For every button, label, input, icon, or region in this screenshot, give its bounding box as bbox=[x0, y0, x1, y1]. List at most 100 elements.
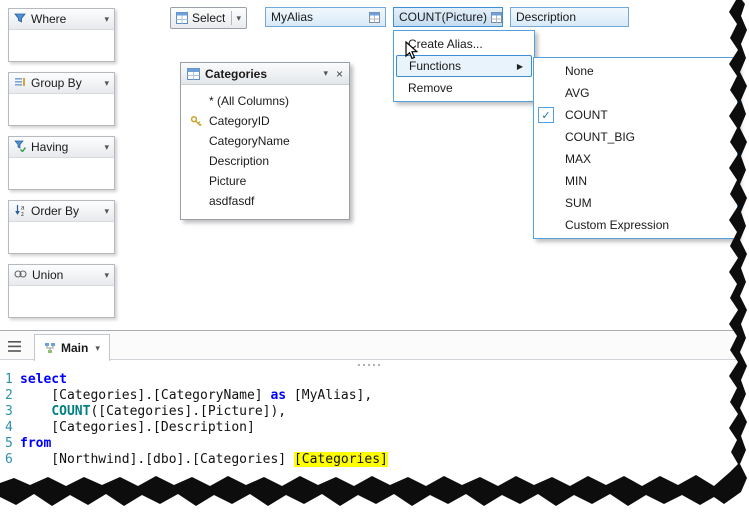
field-row-all-columns[interactable]: * (All Columns) bbox=[181, 91, 349, 111]
submenu-item-count[interactable]: ✓ COUNT bbox=[534, 104, 737, 126]
chevron-down-icon[interactable]: ▾ bbox=[104, 206, 109, 216]
field-row-description[interactable]: Description bbox=[181, 151, 349, 171]
select-field-chip-count-picture[interactable]: COUNT(Picture) bbox=[393, 7, 503, 27]
panel-having: Having ▾ bbox=[8, 136, 115, 190]
menu-icon[interactable] bbox=[8, 341, 21, 352]
chevron-down-icon[interactable]: ▾ bbox=[104, 14, 109, 24]
panel-order-by-body[interactable] bbox=[9, 222, 114, 253]
line-number: 2 bbox=[5, 388, 13, 403]
field-label: CategoryName bbox=[209, 134, 290, 148]
menu-item-functions[interactable]: Functions ▶ bbox=[396, 55, 532, 77]
field-label: CategoryID bbox=[209, 114, 270, 128]
menu-item-label: Remove bbox=[408, 81, 453, 95]
code-token: [MyAlias], bbox=[286, 388, 373, 403]
chevron-down-icon[interactable]: ▾ bbox=[104, 270, 109, 280]
panel-having-body[interactable] bbox=[9, 158, 114, 189]
chevron-down-icon[interactable]: ▾ bbox=[104, 78, 109, 88]
splitter-grip[interactable] bbox=[0, 360, 738, 369]
code-line[interactable]: select bbox=[20, 372, 738, 388]
sql-editor[interactable]: 1 2 3 4 5 6 select [Categories].[Categor… bbox=[0, 369, 738, 468]
tab-main[interactable]: Main ▾ bbox=[34, 334, 110, 361]
code-line[interactable]: [Categories].[CategoryName] as [MyAlias]… bbox=[20, 388, 738, 404]
code-token: [Northwind].[dbo].[Categories] bbox=[20, 452, 294, 467]
field-row-categoryid[interactable]: CategoryID bbox=[181, 111, 349, 131]
submenu-item-none[interactable]: None bbox=[534, 60, 737, 82]
chevron-down-icon[interactable]: ▾ bbox=[236, 13, 241, 23]
field-row-picture[interactable]: Picture bbox=[181, 171, 349, 191]
table-icon bbox=[491, 11, 503, 23]
select-button-label: Select bbox=[192, 11, 226, 25]
group-by-icon bbox=[14, 76, 26, 91]
panel-group-by-body[interactable] bbox=[9, 94, 114, 125]
submenu-item-count-big[interactable]: COUNT_BIG bbox=[534, 126, 737, 148]
submenu-item-avg[interactable]: AVG bbox=[534, 82, 737, 104]
code-line[interactable]: [Northwind].[dbo].[Categories] [Categori… bbox=[20, 452, 738, 468]
sql-pane: Main ▾ 1 2 3 4 5 6 select [Categories].[… bbox=[0, 330, 738, 468]
submenu-item-label: MAX bbox=[565, 152, 592, 166]
union-icon bbox=[14, 268, 27, 283]
panel-label: Union bbox=[32, 268, 64, 282]
query-tab-bar: Main ▾ bbox=[0, 330, 738, 361]
code-token: from bbox=[20, 436, 52, 451]
select-field-chip-description[interactable]: Description bbox=[510, 7, 629, 27]
panel-order-by: az Order By ▾ bbox=[8, 200, 115, 254]
chevron-down-icon[interactable]: ▾ bbox=[104, 142, 109, 152]
line-number: 1 bbox=[5, 372, 13, 387]
panel-group-by-header[interactable]: Group By ▾ bbox=[9, 73, 114, 94]
having-filter-icon bbox=[14, 140, 27, 155]
chip-label: COUNT(Picture) bbox=[399, 10, 488, 24]
submenu-item-max[interactable]: MAX bbox=[534, 148, 737, 170]
code-token: select bbox=[20, 372, 67, 387]
code-token: as bbox=[270, 388, 287, 403]
field-icon bbox=[190, 155, 203, 167]
close-icon[interactable]: × bbox=[336, 68, 343, 80]
panel-where-body[interactable] bbox=[9, 30, 114, 61]
submenu-item-min[interactable]: MIN bbox=[534, 170, 737, 192]
select-field-chip-myalias[interactable]: MyAlias bbox=[265, 7, 386, 27]
chevron-down-icon[interactable]: ▾ bbox=[323, 69, 328, 78]
field-row-categoryname[interactable]: CategoryName bbox=[181, 131, 349, 151]
submenu-item-label: None bbox=[565, 64, 594, 78]
filter-icon bbox=[14, 12, 26, 27]
code-token: [Categories].[Description] bbox=[20, 420, 255, 435]
submenu-item-label: COUNT_BIG bbox=[565, 130, 636, 144]
button-separator bbox=[231, 11, 233, 25]
code-token: [Categories] bbox=[293, 452, 388, 467]
submenu-item-label: Custom Expression bbox=[565, 218, 670, 232]
submenu-item-custom-expression[interactable]: Custom Expression bbox=[534, 214, 737, 236]
chip-label: Description bbox=[516, 10, 577, 24]
submenu-arrow-icon: ▶ bbox=[516, 61, 523, 71]
field-icon bbox=[190, 175, 203, 187]
line-number-gutter: 1 2 3 4 5 6 bbox=[0, 372, 20, 468]
panel-order-by-header[interactable]: az Order By ▾ bbox=[9, 201, 114, 222]
select-clause-button[interactable]: Select ▾ bbox=[170, 7, 247, 29]
menu-item-remove[interactable]: Remove bbox=[396, 77, 532, 99]
sql-code[interactable]: select [Categories].[CategoryName] as [M… bbox=[20, 372, 738, 468]
field-row-asdfasdf[interactable]: asdfasdf bbox=[181, 191, 349, 211]
field-label: asdfasdf bbox=[209, 194, 255, 208]
menu-item-label: Create Alias... bbox=[408, 37, 483, 51]
table-icon bbox=[369, 11, 380, 23]
panel-where-header[interactable]: Where ▾ bbox=[9, 9, 114, 30]
datasource-card-header[interactable]: Categories ▾ × bbox=[181, 63, 349, 85]
menu-item-create-alias[interactable]: Create Alias... bbox=[396, 33, 532, 55]
submenu-item-label: MIN bbox=[565, 174, 587, 188]
submenu-item-label: COUNT bbox=[565, 108, 608, 122]
field-label: Picture bbox=[209, 174, 247, 188]
query-icon bbox=[44, 342, 56, 354]
field-context-menu: Create Alias... Functions ▶ Remove bbox=[393, 30, 535, 102]
checkmark-icon: ✓ bbox=[538, 107, 554, 123]
chevron-down-icon[interactable]: ▾ bbox=[95, 343, 100, 353]
line-number: 3 bbox=[5, 404, 13, 419]
submenu-item-sum[interactable]: SUM bbox=[534, 192, 737, 214]
panel-union-body[interactable] bbox=[9, 286, 114, 317]
field-label: Description bbox=[209, 154, 270, 168]
code-line[interactable]: COUNT([Categories].[Picture]), bbox=[20, 404, 738, 420]
code-line[interactable]: [Categories].[Description] bbox=[20, 420, 738, 436]
line-number: 6 bbox=[5, 452, 13, 467]
panel-having-header[interactable]: Having ▾ bbox=[9, 137, 114, 158]
code-line[interactable]: from bbox=[20, 436, 738, 452]
code-token: ([Categories].[Picture]), bbox=[90, 404, 287, 419]
datasource-field-list: * (All Columns) CategoryID CategoryName … bbox=[181, 85, 349, 219]
panel-union-header[interactable]: Union ▾ bbox=[9, 265, 114, 286]
